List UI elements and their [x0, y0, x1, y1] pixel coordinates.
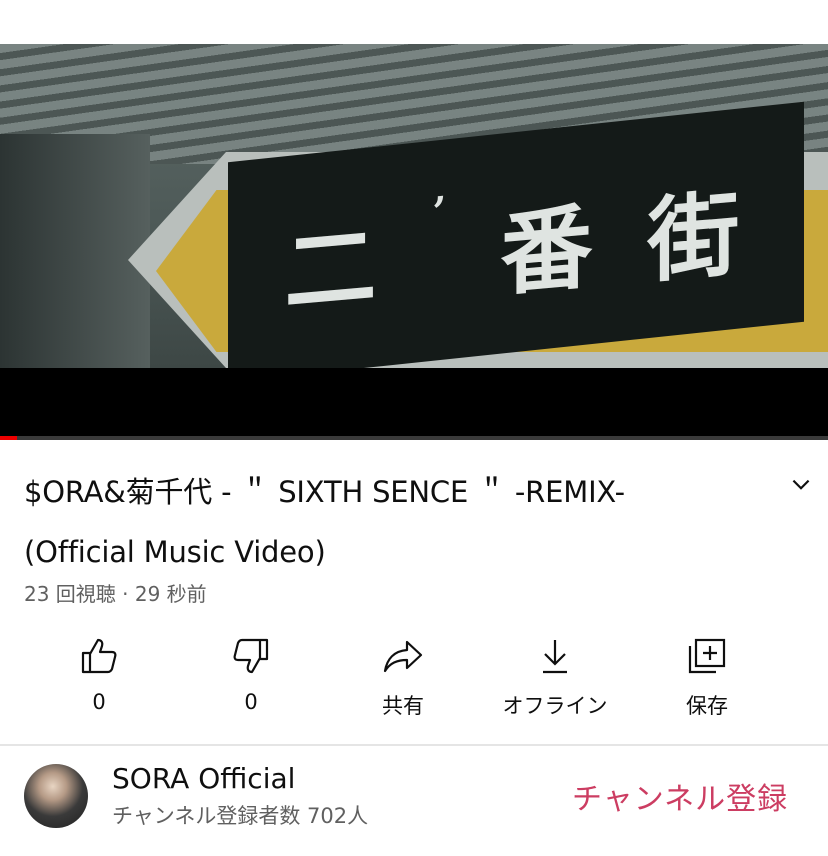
video-meta: 23 回視聴 · 29 秒前 — [24, 582, 207, 606]
thumbs-down-icon — [233, 638, 269, 674]
download-icon — [543, 640, 567, 674]
share-button[interactable]: 共有 — [333, 630, 473, 720]
video-player[interactable]: 二 ʼ 番 街 — [0, 44, 828, 436]
share-icon — [383, 640, 423, 673]
sign-char: 二 — [284, 209, 387, 327]
save-button[interactable]: 保存 — [637, 630, 777, 720]
video-title: $ORA&菊千代 - ＂ SIXTH SENCE ＂ -REMIX- (Offi… — [24, 475, 625, 569]
video-scene-wall — [0, 134, 150, 368]
sign-char: ʼ — [431, 187, 456, 237]
channel-subscriber-count: チャンネル登録者数 702人 — [112, 804, 369, 828]
video-progress-fill — [0, 436, 17, 440]
video-progress-bar[interactable] — [0, 436, 828, 440]
channel-name[interactable]: SORA Official — [112, 762, 295, 795]
like-button[interactable]: 0 — [29, 630, 169, 714]
video-title-container[interactable]: $ORA&菊千代 - ＂ SIXTH SENCE ＂ -REMIX- (Offi… — [24, 462, 744, 582]
save-playlist-icon — [688, 638, 726, 674]
chevron-down-icon[interactable] — [788, 472, 814, 498]
download-label: オフライン — [502, 694, 608, 718]
subscribe-button[interactable]: チャンネル登録 — [572, 774, 788, 818]
download-button[interactable]: オフライン — [485, 630, 625, 720]
sign-char: 番 — [500, 191, 603, 308]
share-label: 共有 — [382, 694, 424, 718]
video-letterbox — [0, 368, 828, 436]
like-count: 0 — [92, 690, 106, 714]
channel-avatar[interactable] — [24, 764, 88, 828]
dislike-button[interactable]: 0 — [181, 630, 321, 714]
save-label: 保存 — [686, 694, 728, 718]
status-bar-area — [0, 0, 828, 44]
thumbs-up-icon — [81, 638, 117, 674]
dislike-count: 0 — [244, 690, 258, 714]
action-bar: 0 0 共有 オフライン 保存 — [0, 630, 828, 730]
channel-row[interactable]: SORA Official チャンネル登録者数 702人 チャンネル登録 — [0, 746, 828, 856]
video-frame: 二 ʼ 番 街 — [0, 44, 828, 368]
sign-char: 街 — [647, 178, 750, 296]
